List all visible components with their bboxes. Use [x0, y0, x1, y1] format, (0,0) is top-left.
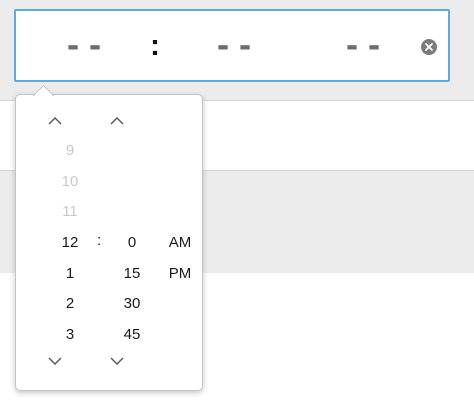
time-input[interactable]: -- : -- --: [14, 9, 450, 82]
minute-option-selected[interactable]: 0: [107, 234, 157, 251]
hour-option[interactable]: 9: [45, 142, 95, 159]
ampm-segment[interactable]: --: [343, 29, 387, 64]
popup-caret: [32, 84, 54, 96]
picker-separator: :: [97, 232, 102, 249]
time-picker-popup: 9 10 11 12 1 2 3 : 0 15 30 45 AM PM: [15, 94, 203, 391]
hour-segment[interactable]: --: [64, 29, 108, 64]
hour-option[interactable]: 2: [45, 295, 95, 312]
minute-scroll-down-icon[interactable]: [107, 355, 127, 367]
hour-scroll-down-icon[interactable]: [45, 355, 65, 367]
hour-option[interactable]: 3: [45, 326, 95, 343]
minute-segment[interactable]: --: [214, 29, 258, 64]
hour-scroll-up-icon[interactable]: [45, 115, 65, 127]
minute-option[interactable]: 45: [107, 326, 157, 343]
hour-option[interactable]: 10: [45, 173, 95, 190]
clear-icon[interactable]: [421, 39, 437, 55]
hour-option-selected[interactable]: 12: [45, 234, 95, 251]
period-option-selected[interactable]: AM: [155, 234, 205, 251]
minute-option[interactable]: 30: [107, 295, 157, 312]
time-separator: :: [150, 29, 160, 62]
minute-option[interactable]: 15: [107, 265, 157, 282]
hour-option[interactable]: 1: [45, 265, 95, 282]
hour-option[interactable]: 11: [45, 203, 95, 220]
period-option[interactable]: PM: [155, 265, 205, 282]
minute-scroll-up-icon[interactable]: [107, 115, 127, 127]
